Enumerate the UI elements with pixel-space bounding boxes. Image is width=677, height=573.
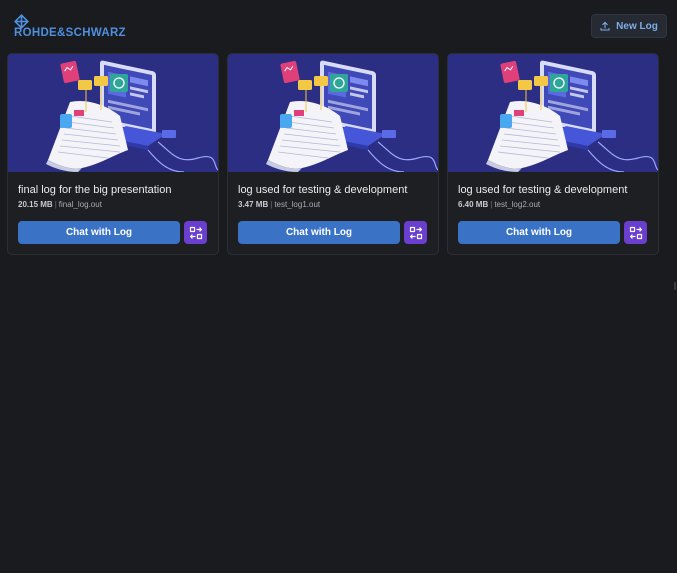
- meta-separator: |: [270, 200, 273, 209]
- switch-log-button[interactable]: [184, 221, 207, 244]
- log-filename: final_log.out: [58, 200, 102, 209]
- brand-name: ROHDE&SCHWARZ: [14, 27, 126, 39]
- log-title: log used for testing & development: [458, 184, 628, 196]
- log-meta: 3.47 MB | test_log1.out: [238, 200, 320, 209]
- switch-log-button[interactable]: [404, 221, 427, 244]
- new-log-label: New Log: [616, 20, 658, 32]
- log-card: final log for the big presentation 20.15…: [7, 53, 219, 255]
- log-meta: 20.15 MB | final_log.out: [18, 200, 102, 209]
- log-title: final log for the big presentation: [18, 184, 172, 196]
- log-illustration: [228, 54, 438, 172]
- switch-icon: [409, 226, 422, 239]
- chat-with-log-button[interactable]: Chat with Log: [18, 221, 180, 244]
- brand-logo: ROHDE&SCHWARZ: [13, 13, 143, 41]
- log-size: 3.47 MB: [238, 200, 269, 209]
- log-card: log used for testing & development 3.47 …: [227, 53, 439, 255]
- chat-with-log-button[interactable]: Chat with Log: [238, 221, 400, 244]
- switch-icon: [189, 226, 202, 239]
- log-meta: 6.40 MB | test_log2.out: [458, 200, 540, 209]
- log-card: log used for testing & development 6.40 …: [447, 53, 659, 255]
- switch-log-button[interactable]: [624, 221, 647, 244]
- chat-with-log-button[interactable]: Chat with Log: [458, 221, 620, 244]
- log-size: 20.15 MB: [18, 200, 53, 209]
- scrollbar[interactable]: [674, 282, 676, 290]
- log-illustration: [448, 54, 658, 172]
- log-filename: test_log1.out: [274, 200, 321, 209]
- meta-separator: |: [54, 200, 57, 209]
- switch-icon: [629, 226, 642, 239]
- log-illustration: [8, 54, 218, 172]
- log-size: 6.40 MB: [458, 200, 489, 209]
- new-log-button[interactable]: New Log: [591, 14, 667, 38]
- log-filename: test_log2.out: [494, 200, 541, 209]
- log-title: log used for testing & development: [238, 184, 408, 196]
- upload-icon: [600, 21, 610, 31]
- meta-separator: |: [490, 200, 493, 209]
